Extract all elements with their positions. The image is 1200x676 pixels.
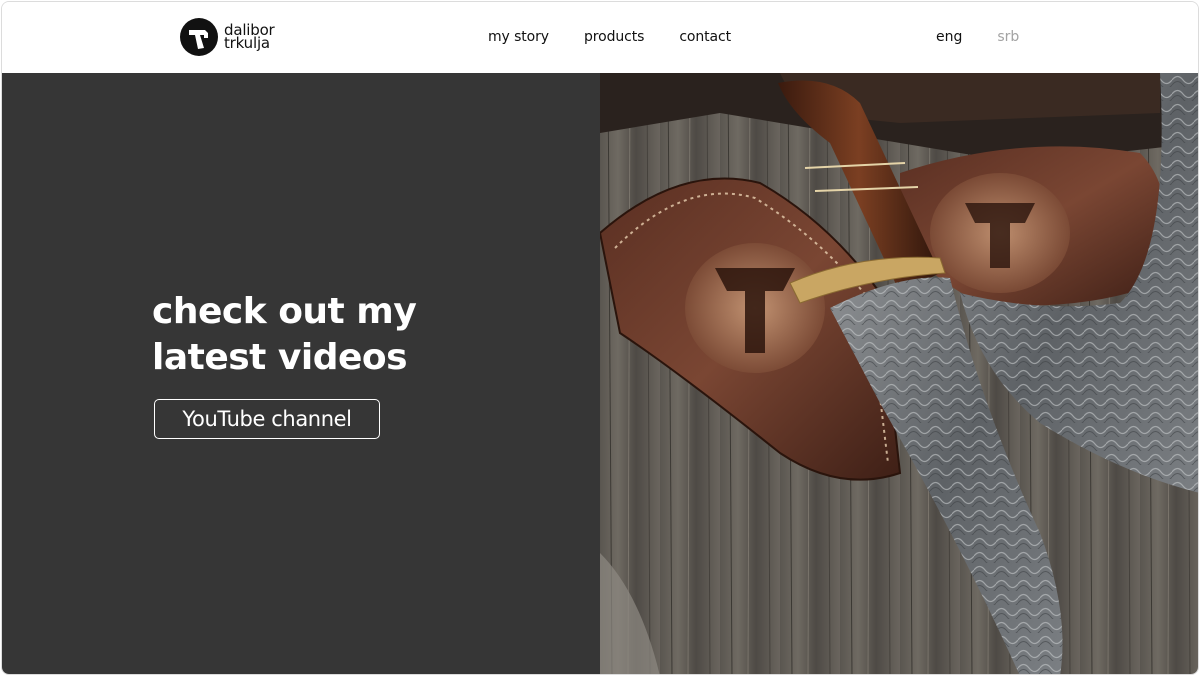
hammer-logo-icon — [180, 18, 218, 56]
lang-link-srb[interactable]: srb — [997, 29, 1019, 45]
lang-link-eng[interactable]: eng — [936, 29, 962, 45]
brand-logo[interactable]: dalibor trkulja — [180, 18, 275, 56]
knife-photo-illustration — [600, 73, 1198, 674]
hero-title-line2: latest videos — [152, 337, 408, 378]
youtube-channel-button[interactable]: YouTube channel — [154, 399, 380, 439]
browser-frame: dalibor trkulja my story products contac… — [1, 1, 1199, 675]
brand-name-line2: trkulja — [224, 34, 270, 52]
hero-title: check out my latest videos — [152, 289, 417, 381]
brand-name: dalibor trkulja — [224, 23, 275, 52]
site-header: dalibor trkulja my story products contac… — [2, 2, 1198, 73]
hero-image — [600, 73, 1198, 674]
nav-link-my-story[interactable]: my story — [488, 29, 549, 45]
nav-link-products[interactable]: products — [584, 29, 644, 45]
main-nav: my story products contact — [488, 29, 731, 45]
hero-title-line1: check out my — [152, 291, 417, 332]
language-switcher: eng srb — [936, 29, 1019, 45]
nav-link-contact[interactable]: contact — [679, 29, 731, 45]
hero-panel: check out my latest videos YouTube chann… — [2, 73, 600, 674]
